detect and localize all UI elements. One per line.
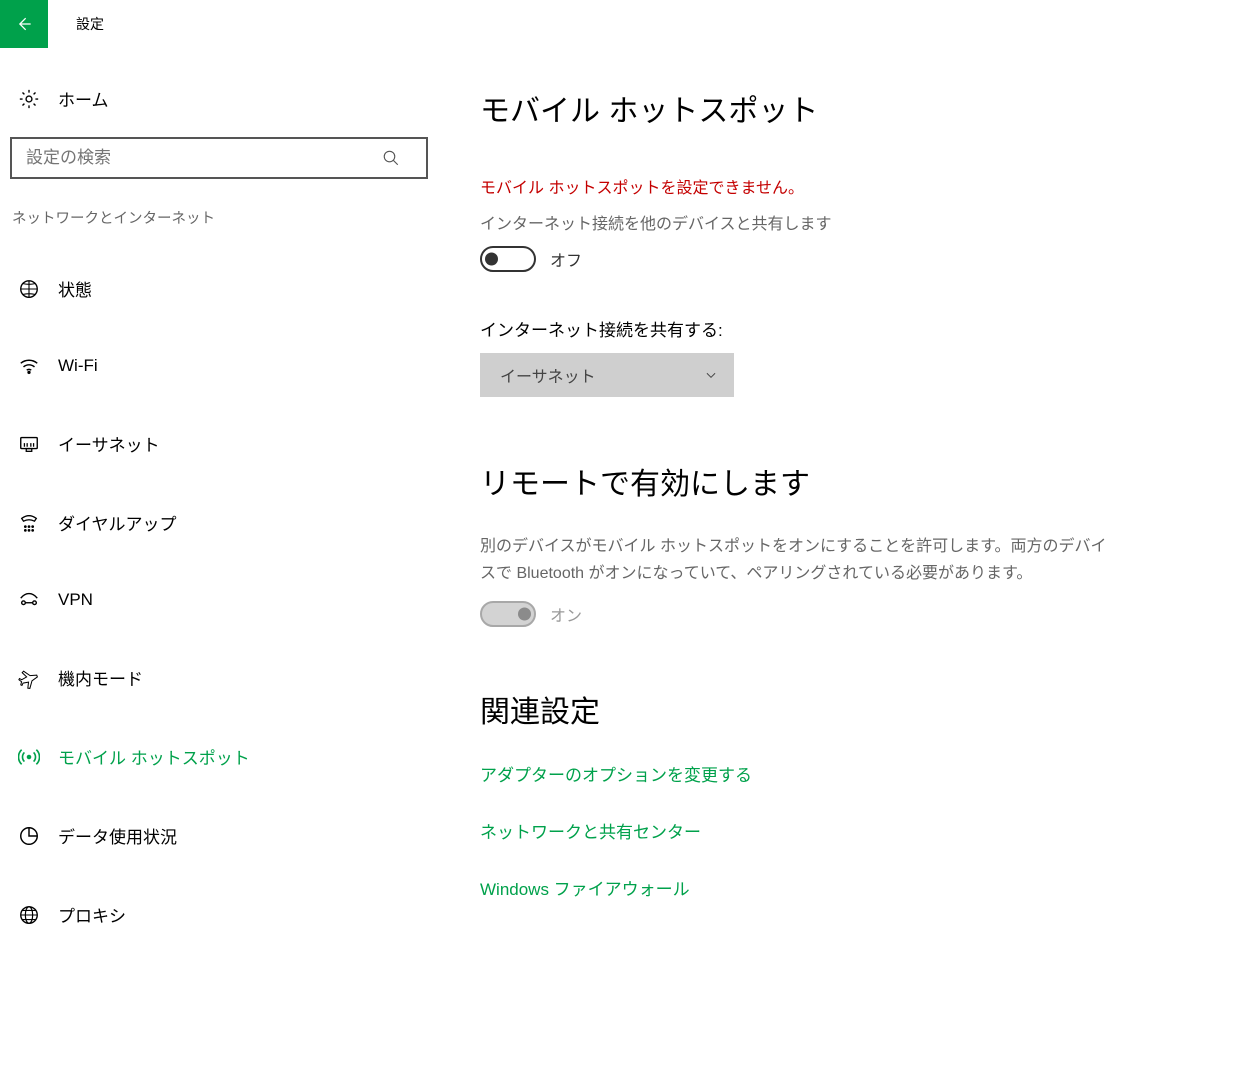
arrow-left-icon [14, 14, 34, 34]
window-title: 設定 [76, 14, 104, 34]
search-input[interactable] [10, 137, 428, 179]
gear-icon [18, 88, 40, 110]
sidebar-item-ethernet[interactable]: イーサネット [10, 417, 430, 470]
ethernet-icon [18, 433, 40, 455]
sidebar-item-label: データ使用状況 [58, 823, 177, 848]
remote-description: 別のデバイスがモバイル ホットスポットをオンにすることを許可します。両方のデバイ… [480, 533, 1120, 587]
remote-toggle-row: オン [480, 601, 1160, 627]
share-from-value: イーサネット [500, 363, 596, 387]
link-change-adapter-options[interactable]: アダプターのオプションを変更する [480, 761, 1160, 786]
link-network-sharing-center[interactable]: ネットワークと共有センター [480, 818, 1160, 843]
sidebar-item-mobile-hotspot[interactable]: モバイル ホットスポット [10, 730, 430, 783]
home-button[interactable]: ホーム [10, 78, 430, 119]
sidebar-item-label: Wi-Fi [58, 356, 98, 376]
sidebar-item-label: ダイヤルアップ [58, 510, 177, 535]
sidebar-item-wifi[interactable]: Wi-Fi [10, 341, 430, 391]
main-content: モバイル ホットスポット モバイル ホットスポットを設定できません。 インターネ… [440, 48, 1200, 967]
search-container [10, 137, 430, 179]
sidebar-item-data-usage[interactable]: データ使用状況 [10, 809, 430, 862]
share-toggle-label: オフ [550, 247, 582, 271]
hotspot-icon [18, 746, 40, 768]
airplane-icon [18, 667, 40, 689]
vpn-icon [18, 589, 40, 611]
share-toggle[interactable] [480, 246, 536, 272]
chevron-down-icon [704, 368, 718, 382]
titlebar: 設定 [0, 0, 1248, 48]
globe-icon [18, 904, 40, 926]
share-description: インターネット接続を他のデバイスと共有します [480, 210, 1160, 234]
link-windows-firewall[interactable]: Windows ファイアウォール [480, 875, 1160, 900]
related-settings-title: 関連設定 [480, 687, 1160, 731]
share-from-label: インターネット接続を共有する: [480, 316, 1160, 341]
sidebar-item-vpn[interactable]: VPN [10, 575, 430, 625]
remote-toggle-label: オン [550, 602, 582, 626]
sidebar-item-label: VPN [58, 590, 93, 610]
sidebar-item-label: 機内モード [58, 665, 143, 690]
related-links: アダプターのオプションを変更する ネットワークと共有センター Windows フ… [480, 761, 1160, 900]
sidebar: ホーム ネットワークとインターネット 状態 [0, 48, 440, 967]
share-from-dropdown[interactable]: イーサネット [480, 353, 734, 397]
sidebar-item-label: イーサネット [58, 431, 160, 456]
remote-toggle [480, 601, 536, 627]
back-button[interactable] [0, 0, 48, 48]
sidebar-item-label: モバイル ホットスポット [58, 744, 250, 769]
globe-grid-icon [18, 278, 40, 300]
page-title: モバイル ホットスポット [480, 86, 1160, 130]
remote-section-title: リモートで有効にします [480, 459, 1160, 503]
home-label: ホーム [58, 86, 109, 111]
sidebar-item-dialup[interactable]: ダイヤルアップ [10, 496, 430, 549]
sidebar-item-label: 状態 [58, 276, 92, 301]
data-usage-icon [18, 825, 40, 847]
share-toggle-row: オフ [480, 246, 1160, 272]
sidebar-item-proxy[interactable]: プロキシ [10, 888, 430, 941]
phone-icon [18, 512, 40, 534]
category-header: ネットワークとインターネット [10, 201, 430, 234]
nav: 状態 Wi-Fi [10, 262, 430, 941]
sidebar-item-airplane[interactable]: 機内モード [10, 651, 430, 704]
sidebar-item-status[interactable]: 状態 [10, 262, 430, 315]
error-message: モバイル ホットスポットを設定できません。 [480, 174, 1160, 198]
wifi-icon [18, 355, 40, 377]
sidebar-item-label: プロキシ [58, 902, 126, 927]
